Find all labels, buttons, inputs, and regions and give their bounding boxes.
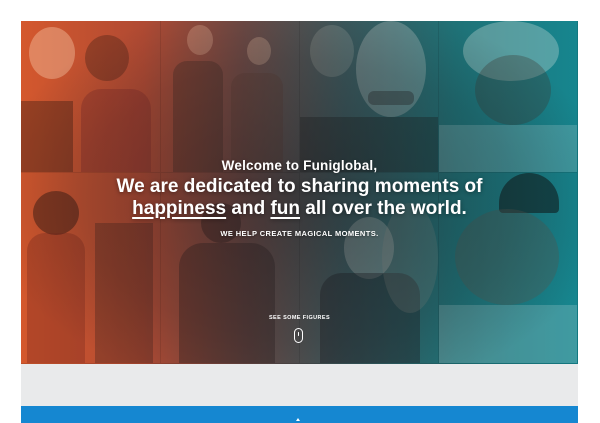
hero-subtitle: WE HELP CREATE MAGICAL MOMENTS.	[220, 229, 379, 238]
fun-word: fun	[270, 198, 301, 219]
headline-and: and	[226, 198, 271, 219]
content-band	[21, 364, 578, 406]
hero-section: Welcome to Funiglobal, We are dedicated …	[21, 21, 578, 364]
scroll-mouse-icon[interactable]	[294, 328, 303, 343]
page-frame: Welcome to Funiglobal, We are dedicated …	[21, 21, 578, 423]
footer-bar	[21, 406, 578, 423]
headline: We are dedicated to sharing moments of h…	[21, 176, 578, 220]
see-figures-link[interactable]: SEE SOME FIGURES	[21, 315, 578, 321]
welcome-text: Welcome to Funiglobal,	[221, 158, 378, 173]
hero-content: Welcome to Funiglobal, We are dedicated …	[21, 157, 578, 238]
headline-prefix: We are dedicated to sharing moments of	[116, 176, 483, 197]
headline-suffix: all over the world.	[300, 198, 467, 219]
happiness-word: happiness	[132, 198, 227, 219]
back-to-top-icon[interactable]	[296, 418, 300, 421]
